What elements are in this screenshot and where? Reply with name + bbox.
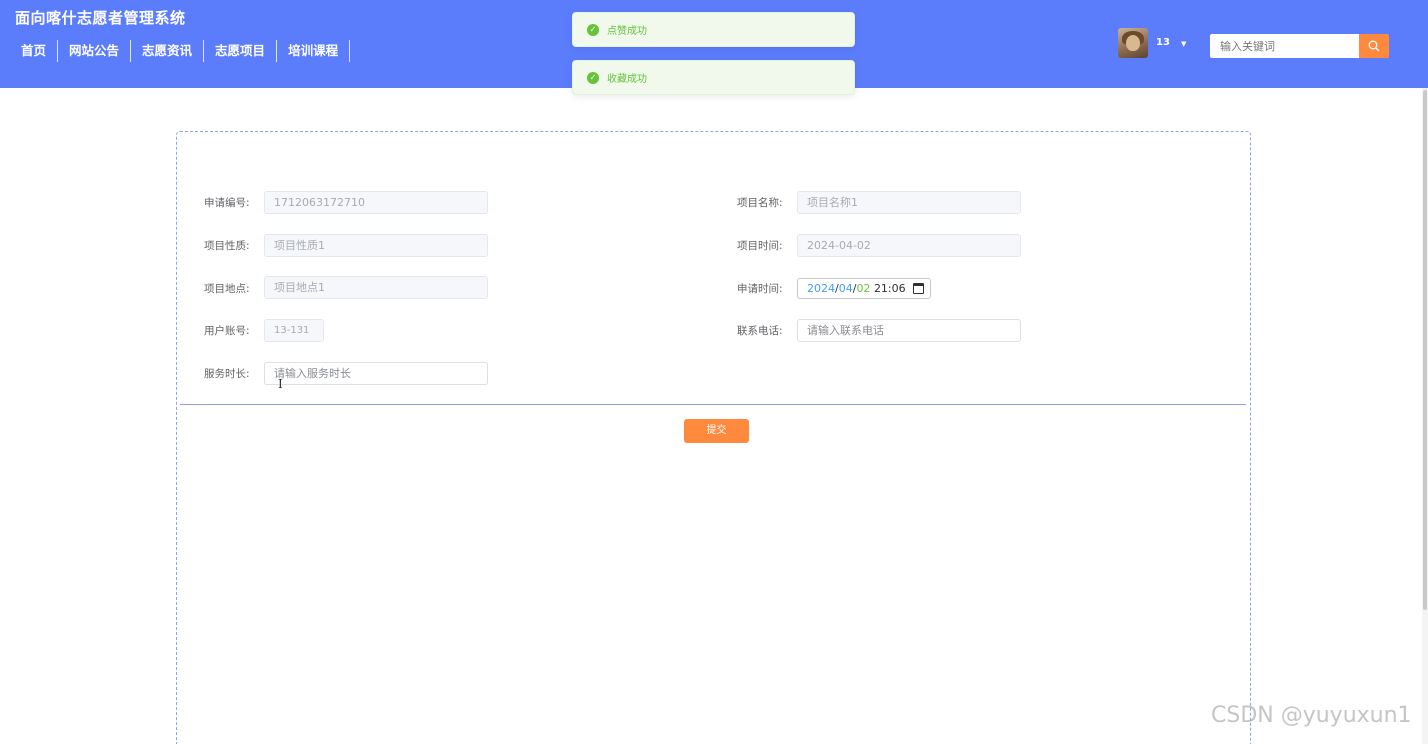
toast-like-success: ✓ 点赞成功: [572, 12, 855, 47]
submit-button[interactable]: 提交: [684, 419, 749, 443]
scrollbar-thumb[interactable]: [1423, 90, 1427, 610]
user-name[interactable]: 13: [1156, 37, 1170, 48]
toast-message: 收藏成功: [607, 74, 647, 85]
text-cursor-icon: I: [278, 377, 283, 391]
apply-clock-time[interactable]: 21:06: [874, 282, 906, 295]
application-no-field: 1712063172710: [264, 191, 488, 214]
avatar-face: [1126, 35, 1140, 51]
project-time-field: 2024-04-02: [797, 234, 1021, 257]
site-title: 面向喀什志愿者管理系统: [15, 9, 186, 27]
check-circle-icon: ✓: [587, 71, 599, 84]
form-divider: [180, 404, 1246, 405]
nav-item-training[interactable]: 培训课程: [277, 40, 351, 62]
apply-day[interactable]: 02: [856, 282, 870, 295]
project-time-label: 项目时间:: [737, 240, 783, 252]
project-nature-label: 项目性质:: [204, 240, 250, 252]
toast-favorite-success: ✓ 收藏成功: [572, 60, 855, 95]
project-location-field: 项目地点1: [264, 276, 488, 299]
toast-message: 点赞成功: [607, 26, 647, 37]
project-location-label: 项目地点:: [204, 283, 250, 295]
phone-label: 联系电话:: [737, 325, 783, 337]
nav-item-home[interactable]: 首页: [10, 40, 59, 62]
user-account-field: 13-131: [264, 319, 324, 342]
nav-item-projects[interactable]: 志愿项目: [204, 40, 278, 62]
search-button[interactable]: [1359, 34, 1389, 58]
apply-month[interactable]: 04: [839, 282, 853, 295]
watermark: CSDN @yuyuxun1: [1211, 703, 1412, 728]
project-nature-field: 项目性质1: [264, 234, 488, 257]
apply-time-label: 申请时间:: [737, 283, 783, 295]
project-name-label: 项目名称:: [737, 197, 783, 209]
nav-item-announcements[interactable]: 网站公告: [58, 40, 132, 62]
user-account-label: 用户账号:: [204, 325, 250, 337]
main-nav: 首页 网站公告 志愿资讯 志愿项目 培训课程: [10, 40, 351, 62]
calendar-icon[interactable]: [913, 283, 924, 294]
service-hours-input[interactable]: [264, 362, 488, 385]
application-no-label: 申请编号:: [204, 197, 250, 209]
service-hours-label: 服务时长:: [204, 368, 250, 380]
project-name-field: 项目名称1: [797, 191, 1021, 214]
nav-item-news[interactable]: 志愿资讯: [131, 40, 205, 62]
phone-input[interactable]: [797, 319, 1021, 342]
search-icon: [1368, 40, 1380, 52]
apply-year[interactable]: 2024: [807, 282, 835, 295]
check-circle-icon: ✓: [587, 23, 599, 36]
caret-down-icon[interactable]: ▼: [1181, 40, 1186, 48]
avatar[interactable]: [1118, 28, 1148, 58]
apply-time-picker[interactable]: 2024/04/02 21:06: [797, 278, 931, 299]
search-input[interactable]: [1210, 34, 1360, 58]
